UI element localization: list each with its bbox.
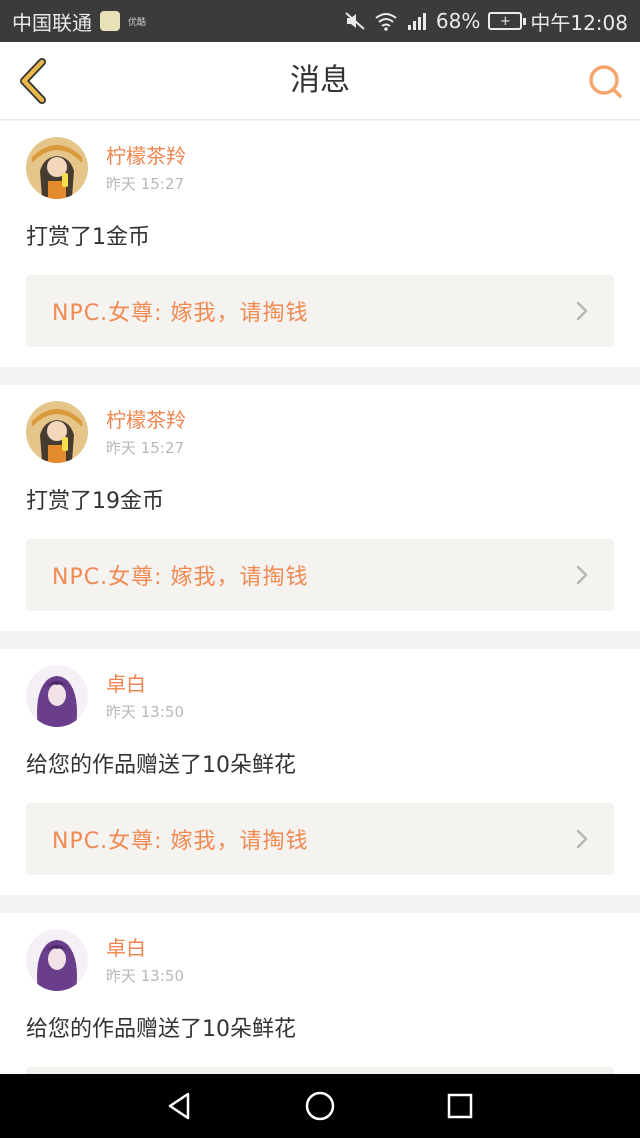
timestamp: 昨天 13:50	[106, 967, 184, 985]
wifi-icon	[375, 13, 397, 31]
search-button[interactable]	[586, 62, 626, 102]
app-mini-label: 优酷	[128, 17, 147, 28]
home-circle-icon[interactable]	[300, 1086, 340, 1126]
timestamp: 昨天 15:27	[106, 439, 184, 457]
user-info: 柠檬茶羚 昨天 15:27	[106, 137, 186, 193]
referenced-work-link[interactable]: NPC.女尊: 嫁我，请掏钱	[26, 803, 614, 875]
message-list: 柠檬茶羚 昨天 15:27 打赏了1金币 NPC.女尊: 嫁我，请掏钱 柠檬茶羚…	[0, 121, 640, 1138]
message-card: 卓白 昨天 13:50 给您的作品赠送了10朵鲜花 NPC.女尊: 嫁我，请掏钱	[0, 649, 640, 895]
username[interactable]: 柠檬茶羚	[106, 143, 186, 169]
username[interactable]: 卓白	[106, 935, 184, 961]
username[interactable]: 卓白	[106, 671, 184, 697]
referenced-work-title: NPC.女尊: 嫁我，请掏钱	[52, 301, 309, 326]
user-info: 卓白 昨天 13:50	[106, 929, 184, 985]
referenced-work-link[interactable]: NPC.女尊: 嫁我，请掏钱	[26, 275, 614, 347]
recents-square-icon[interactable]	[440, 1086, 480, 1126]
page-title: 消息	[290, 63, 350, 98]
timestamp: 昨天 13:50	[106, 703, 184, 721]
message-card: 柠檬茶羚 昨天 15:27 打赏了1金币 NPC.女尊: 嫁我，请掏钱	[0, 121, 640, 367]
status-bar: 中国联通 优酷 68% + 中午12:08	[0, 0, 640, 42]
chevron-right-icon	[576, 565, 588, 585]
message-text: 打赏了19金币	[26, 489, 164, 514]
message-card: 柠檬茶羚 昨天 15:27 打赏了19金币 NPC.女尊: 嫁我，请掏钱	[0, 385, 640, 631]
carrier-label: 中国联通	[12, 10, 92, 35]
referenced-work-link[interactable]: NPC.女尊: 嫁我，请掏钱	[26, 539, 614, 611]
referenced-work-title: NPC.女尊: 嫁我，请掏钱	[52, 565, 309, 590]
avatar[interactable]	[26, 137, 88, 199]
referenced-work-title: NPC.女尊: 嫁我，请掏钱	[52, 829, 309, 854]
mute-icon	[345, 12, 365, 30]
signal-icon	[407, 13, 426, 30]
back-triangle-icon[interactable]	[160, 1086, 200, 1126]
top-bar: 消息	[0, 42, 640, 120]
user-row: 卓白 昨天 13:50	[26, 929, 614, 993]
message-text: 给您的作品赠送了10朵鲜花	[26, 753, 296, 778]
chevron-right-icon	[576, 829, 588, 849]
message-text: 打赏了1金币	[26, 225, 150, 250]
username[interactable]: 柠檬茶羚	[106, 407, 186, 433]
avatar[interactable]	[26, 665, 88, 727]
avatar[interactable]	[26, 401, 88, 463]
avatar[interactable]	[26, 929, 88, 991]
user-info: 柠檬茶羚 昨天 15:27	[106, 401, 186, 457]
battery-percent: 68%	[435, 9, 481, 33]
chevron-right-icon	[576, 301, 588, 321]
clock: 中午12:08	[530, 10, 628, 35]
message-text: 给您的作品赠送了10朵鲜花	[26, 1017, 296, 1042]
app-notification-icon	[100, 11, 120, 31]
app-root: 中国联通 优酷 68% + 中午12:08 消息 柠檬茶羚 昨天 15:27 打…	[0, 0, 640, 1138]
status-left: 中国联通 优酷	[12, 7, 146, 36]
user-row: 柠檬茶羚 昨天 15:27	[26, 401, 614, 465]
search-icon	[589, 65, 622, 98]
timestamp: 昨天 15:27	[106, 175, 184, 193]
user-row: 柠檬茶羚 昨天 15:27	[26, 137, 614, 201]
user-info: 卓白 昨天 13:50	[106, 665, 184, 721]
user-row: 卓白 昨天 13:50	[26, 665, 614, 729]
status-right: 68% + 中午12:08	[344, 7, 628, 36]
system-nav-bar	[0, 1074, 640, 1138]
battery-icon: +	[488, 12, 527, 30]
